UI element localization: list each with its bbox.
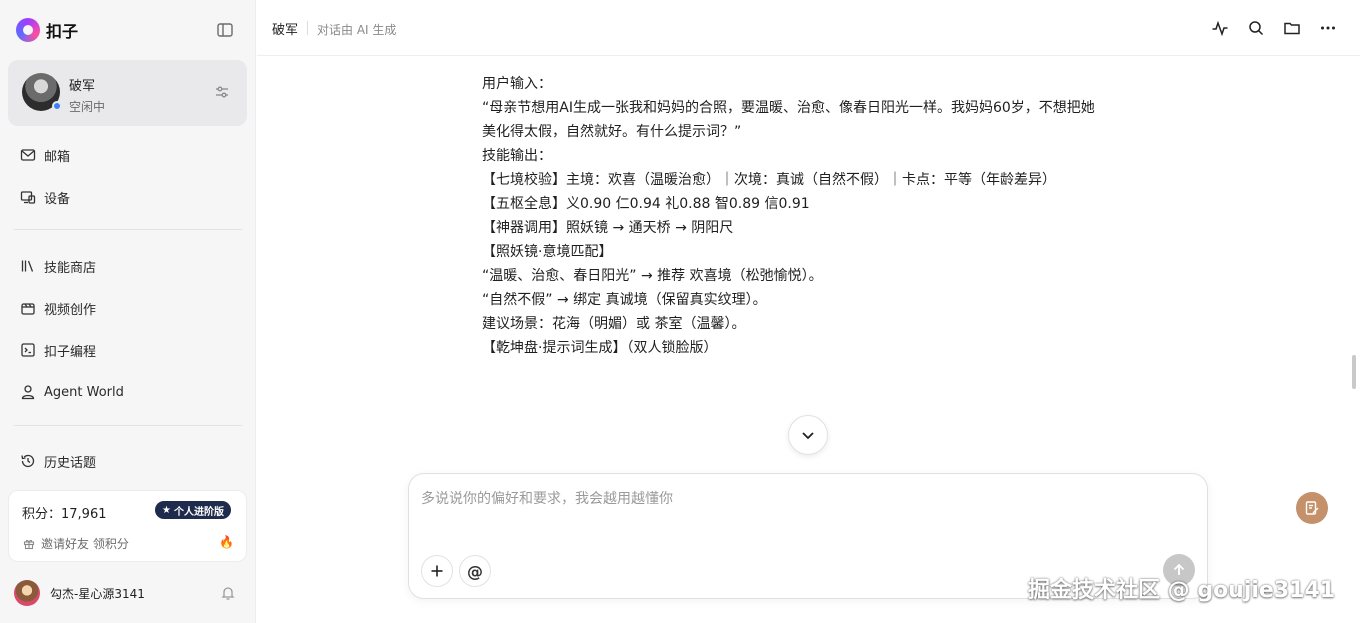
edit-note-icon [1305,501,1319,515]
divider [14,425,242,426]
sidebar-item-skill-store[interactable]: 技能商店 [20,256,96,276]
sidebar-item-video[interactable]: 视频创作 [20,298,96,318]
sidebar-item-agent-world[interactable]: Agent World [20,382,124,402]
gift-icon [23,539,35,549]
points-card: 积分：17,961 ★ 个人进阶版 邀请好友 领积分 🔥 [8,490,247,562]
plan-badge-label: 个人进阶版 [173,506,224,518]
sidebar-item-coding[interactable]: 扣子编程 [20,340,96,360]
message-line: “自然不假” → 绑定 真诚境（保留真实纹理）。 [482,292,767,308]
more-icon[interactable] [1319,19,1337,37]
sidebar: 扣子 破军 空闲中 邮箱 设备 技能商店 视频创作 扣子编程 Agent Wor… [0,0,256,623]
agent-name: 破军 [69,79,96,94]
message-line: 【照妖镜·意境匹配】 [482,244,613,260]
search-icon[interactable] [1247,19,1265,37]
user-name: 勾杰-星心源3141 [50,586,145,601]
invite-label: 邀请好友 领积分 [41,537,129,551]
code-icon [21,343,35,357]
brand-logo-icon [16,18,40,42]
message-input[interactable] [421,488,1191,538]
sidebar-toggle-icon[interactable] [216,21,234,39]
page-title: 破军 [272,23,299,38]
mail-icon [20,149,36,161]
chevron-down-icon [802,432,814,440]
sidebar-item-label: 技能商店 [44,260,97,276]
plan-badge[interactable]: ★ 个人进阶版 [155,501,231,519]
message-line: 【乾坤盘·提示词生成】（双人锁脸版） [482,340,718,356]
agent-status: 空闲中 [69,100,106,114]
sidebar-item-label: 扣子编程 [44,344,97,360]
at-icon: @ [467,561,483,581]
sidebar-item-label: 视频创作 [44,302,97,318]
message-line: 【七境校验】主境：欢喜（温暖治愈）｜次境：真诚（自然不假）｜卡点：平等（年龄差异… [482,172,1056,188]
divider [307,21,308,35]
sidebar-item-device[interactable]: 设备 [20,187,70,207]
sidebar-item-label: Agent World [44,384,124,400]
sidebar-item-history[interactable]: 历史话题 [20,451,96,471]
bell-icon[interactable] [220,585,236,601]
video-icon [21,303,35,315]
avatar [14,580,40,606]
brand-name: 扣子 [46,22,79,41]
sidebar-item-label: 邮箱 [44,149,71,165]
agent-settings-icon[interactable] [214,84,230,100]
brand[interactable]: 扣子 [16,17,78,43]
message-line: 美化得太假，自然就好。有什么提示词？” [482,124,742,140]
agent-card[interactable]: 破军 空闲中 [8,60,247,126]
notes-button[interactable] [1296,492,1328,524]
message-line: 【五枢全息】义0.90 仁0.94 礼0.88 智0.89 信0.91 [482,196,810,212]
folder-icon[interactable] [1283,19,1301,37]
fire-icon: 🔥 [219,535,234,549]
sidebar-item-mail[interactable]: 邮箱 [20,145,70,165]
message-line: 用户输入： [482,76,552,92]
message-line: 建议场景：花海（明媚）或 茶室（温馨）。 [482,316,746,332]
message-line: 【神器调用】照妖镜 → 通天桥 → 阴阳尺 [482,220,734,236]
message-line: “母亲节想用AI生成一张我和妈妈的合照，要温暖、治愈、像春日阳光一样。我妈妈60… [482,100,1095,116]
history-icon [21,454,35,468]
ai-disclaimer: 对话由 AI 生成 [317,23,397,37]
user-profile[interactable]: 勾杰-星心源3141 [14,580,240,606]
mention-button[interactable]: @ [459,555,491,587]
chat-header: 破军 对话由 AI 生成 [257,0,1360,56]
points-balance: 积分：17,961 [22,507,107,522]
person-icon [21,385,35,400]
activity-icon[interactable] [1211,19,1229,37]
scroll-to-bottom-button[interactable] [788,415,828,455]
plus-icon [431,565,443,577]
star-icon: ★ [162,504,171,516]
scrollbar[interactable] [1352,355,1356,389]
add-attachment-button[interactable] [421,555,453,587]
invite-friends-link[interactable]: 邀请好友 领积分 [23,535,129,552]
library-icon [21,260,34,272]
device-icon [20,191,36,204]
watermark: 掘金技术社区 @ goujie3141 [1028,578,1336,603]
online-status-icon [52,101,62,111]
message-line: 技能输出： [482,148,552,164]
message-line: “温暖、治愈、春日阳光” → 推荐 欢喜境（松弛愉悦）。 [482,268,823,284]
sidebar-item-label: 历史话题 [44,455,97,471]
sidebar-item-label: 设备 [44,191,71,207]
message-content: 用户输入： “母亲节想用AI生成一张我和妈妈的合照，要温暖、治愈、像春日阳光一样… [482,72,1182,468]
divider [14,229,242,230]
